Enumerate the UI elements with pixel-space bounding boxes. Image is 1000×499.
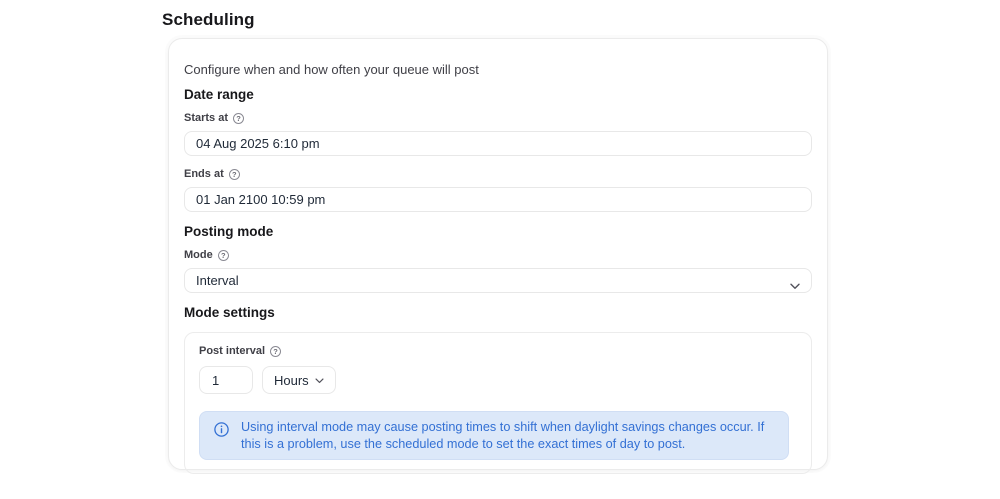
help-icon[interactable]: ? xyxy=(228,169,240,180)
help-icon[interactable]: ? xyxy=(217,250,229,261)
ends-at-input[interactable] xyxy=(184,187,812,212)
interval-mode-alert: Using interval mode may cause posting ti… xyxy=(199,411,789,460)
help-icon[interactable]: ? xyxy=(233,113,245,124)
scheduling-card: Configure when and how often your queue … xyxy=(168,38,828,474)
chevron-down-icon xyxy=(315,377,324,384)
page-title: Scheduling xyxy=(162,10,255,29)
mode-select-value: Interval xyxy=(196,273,239,288)
alert-text: Using interval mode may cause posting ti… xyxy=(241,420,765,451)
info-icon xyxy=(214,422,229,442)
starts-at-label-row: Starts at ? xyxy=(184,112,812,125)
ends-at-label: Ends at xyxy=(184,168,224,180)
post-interval-label-row: Post interval ? xyxy=(199,345,797,358)
chevron-down-icon xyxy=(790,278,800,293)
mode-settings-heading: Mode settings xyxy=(184,305,275,320)
starts-at-input[interactable] xyxy=(184,131,812,156)
scheduling-page: Scheduling Configure when and how often … xyxy=(0,0,1000,499)
post-interval-input[interactable] xyxy=(199,366,253,394)
mode-label-row: Mode ? xyxy=(184,249,812,262)
ends-at-label-row: Ends at ? xyxy=(184,168,812,181)
posting-mode-heading: Posting mode xyxy=(184,224,274,239)
interval-unit-value: Hours xyxy=(274,372,309,388)
mode-label: Mode xyxy=(184,249,213,261)
starts-at-label: Starts at xyxy=(184,112,229,124)
card-description: Configure when and how often your queue … xyxy=(184,62,479,77)
post-interval-label: Post interval xyxy=(199,345,266,357)
post-interval-row: Hours xyxy=(199,366,797,394)
date-range-heading: Date range xyxy=(184,87,254,102)
help-icon[interactable]: ? xyxy=(270,346,282,357)
mode-settings-card: Post interval ? Hours xyxy=(184,332,812,474)
interval-unit-select[interactable]: Hours xyxy=(262,366,336,394)
mode-select[interactable]: Interval xyxy=(184,268,812,293)
